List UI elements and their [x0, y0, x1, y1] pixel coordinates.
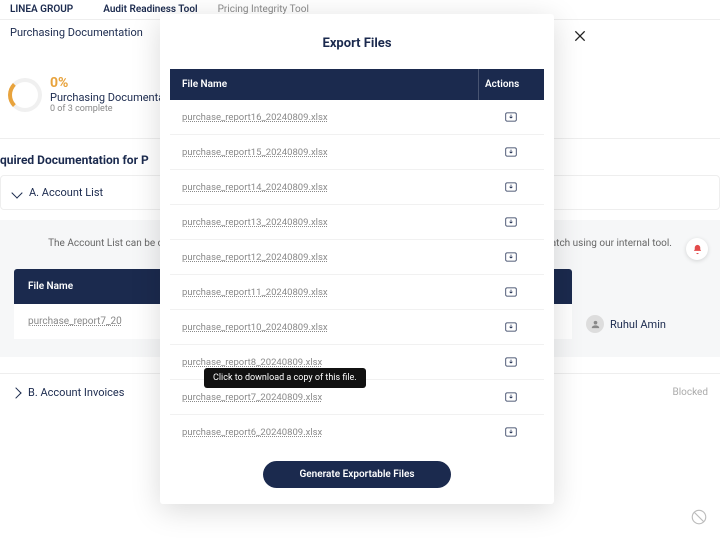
assignee-name: Ruhul Amin [610, 318, 666, 331]
file-row: purchase_report11_20240809.xlsx [170, 275, 544, 310]
download-icon[interactable] [500, 248, 522, 266]
assignee[interactable]: Ruhul Amin [586, 315, 706, 333]
download-icon[interactable] [500, 143, 522, 161]
chevron-down-icon [11, 187, 22, 198]
file-row: purchase_report10_20240809.xlsx [170, 310, 544, 345]
progress-sub: 0 of 3 complete [50, 104, 164, 114]
export-modal: Export Files File Name Actions purchase_… [160, 14, 554, 504]
download-icon[interactable] [500, 318, 522, 336]
file-link[interactable]: purchase_report11_20240809.xlsx [182, 287, 328, 298]
notification-bell[interactable] [686, 238, 708, 260]
progress-percent: 0% [50, 75, 164, 91]
modal-title: Export Files [160, 14, 554, 63]
accordion-a-label: A. Account List [29, 186, 103, 199]
file-row: purchase_report15_20240809.xlsx [170, 135, 544, 170]
close-button[interactable] [572, 28, 588, 48]
progress-ring-icon [8, 78, 42, 112]
blocked-icon [690, 508, 708, 526]
file-row: purchase_report14_20240809.xlsx [170, 170, 544, 205]
file-link[interactable]: purchase_report14_20240809.xlsx [182, 182, 328, 193]
download-icon[interactable] [500, 283, 522, 301]
download-icon[interactable] [500, 423, 522, 441]
file-row: purchase_report16_20240809.xlsx [170, 100, 544, 135]
accordion-b-label: B. Account Invoices [28, 386, 124, 399]
chevron-right-icon [10, 387, 21, 398]
file-row: purchase_report6_20240809.xlsx [170, 415, 544, 449]
file-link[interactable]: purchase_report8_20240809.xlsx [182, 357, 322, 368]
file-row: purchase_report13_20240809.xlsx [170, 205, 544, 240]
file-link[interactable]: purchase_report10_20240809.xlsx [182, 322, 328, 333]
file-link[interactable]: purchase_report13_20240809.xlsx [182, 217, 328, 228]
avatar-icon [586, 315, 604, 333]
file-link[interactable]: purchase_report12_20240809.xlsx [182, 252, 328, 263]
download-tooltip: Click to download a copy of this file. [204, 368, 366, 388]
download-icon[interactable] [500, 108, 522, 126]
brand-logo: LINEA GROUP [10, 4, 73, 15]
modal-table-header: File Name Actions [170, 69, 544, 100]
file-link[interactable]: purchase_report6_20240809.xlsx [182, 427, 322, 438]
file-row: purchase_report12_20240809.xlsx [170, 240, 544, 275]
accordion-b-status: Blocked [672, 387, 708, 398]
download-icon[interactable] [500, 213, 522, 231]
download-icon[interactable] [500, 388, 522, 406]
generate-button[interactable]: Generate Exportable Files [263, 461, 450, 488]
download-icon[interactable] [500, 353, 522, 371]
bg-file-link[interactable]: purchase_report7_20 [28, 316, 122, 327]
file-link[interactable]: purchase_report15_20240809.xlsx [182, 147, 328, 158]
col-actions: Actions [478, 69, 544, 100]
file-link[interactable]: purchase_report16_20240809.xlsx [182, 112, 328, 123]
progress-title: Purchasing Documenta [50, 91, 164, 104]
file-link[interactable]: purchase_report7_20240809.xlsx [182, 392, 322, 403]
download-icon[interactable] [500, 178, 522, 196]
col-file-name: File Name [170, 69, 478, 100]
